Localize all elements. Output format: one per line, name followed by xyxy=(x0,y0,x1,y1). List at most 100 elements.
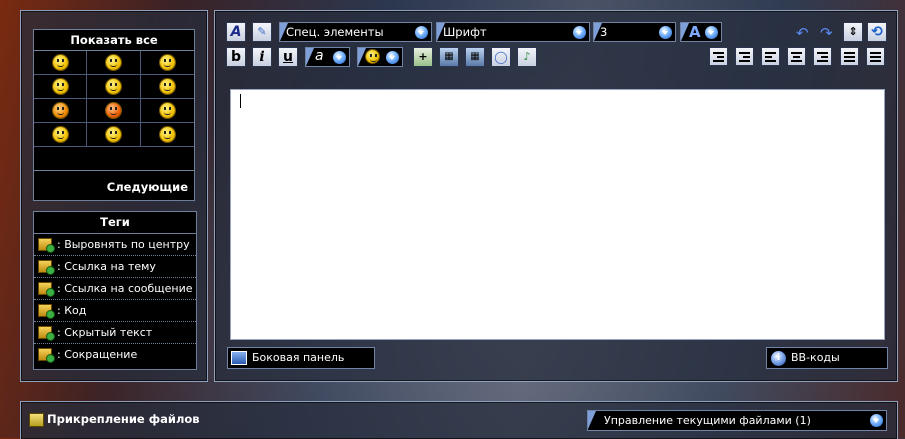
italic-button[interactable]: i xyxy=(252,47,272,67)
ordered-list-button[interactable] xyxy=(840,47,859,66)
tag-item-label: : Код xyxy=(57,304,87,317)
select-corner xyxy=(681,23,689,41)
tag-add-icon xyxy=(38,326,55,341)
cool-icon[interactable] xyxy=(159,79,175,94)
tag-item-label: : Скрытый текст xyxy=(57,326,153,339)
redo-icon[interactable]: ↷ xyxy=(820,24,833,42)
undo-icon[interactable]: ↶ xyxy=(796,24,809,42)
smiley-cell[interactable] xyxy=(140,51,194,75)
remove-format-button[interactable]: ✎ xyxy=(252,22,272,42)
show-all-smilies-link[interactable]: Показать все xyxy=(34,30,194,51)
chevron-down-icon xyxy=(705,26,718,39)
font-size-select[interactable]: 3 xyxy=(593,22,676,42)
select-corner xyxy=(358,48,366,66)
left-sidebar-panel: Показать все Следующие Теги : Выровнять … xyxy=(20,10,208,382)
tag-item-center[interactable]: : Выровнять по центру xyxy=(34,234,196,256)
exclaim-icon[interactable] xyxy=(105,103,121,118)
smiley-icon xyxy=(366,50,379,63)
font-effects-icon: a xyxy=(315,48,324,64)
angry-icon[interactable] xyxy=(105,127,121,142)
outdent-button[interactable] xyxy=(709,47,728,66)
unordered-list-button[interactable] xyxy=(866,47,885,66)
smiley-cell[interactable] xyxy=(87,123,141,147)
special-elements-value: Спец. элементы xyxy=(286,25,384,39)
tags-title: Теги xyxy=(34,212,196,234)
insert-image-link-button[interactable]: ▦ xyxy=(465,47,485,67)
insert-media-button[interactable]: ♪ xyxy=(517,47,537,67)
smilies-box: Показать все Следующие xyxy=(33,29,195,201)
indent-button[interactable] xyxy=(735,47,754,66)
font-color-button[interactable]: A xyxy=(226,22,246,42)
insert-link-button[interactable]: + xyxy=(413,47,433,67)
chevron-down-icon xyxy=(415,26,428,39)
tags-box: Теги : Выровнять по центру : Ссылка на т… xyxy=(33,211,197,370)
tag-item-code[interactable]: : Код xyxy=(34,300,196,322)
manage-files-select[interactable]: Управление текущими файлами (1) xyxy=(587,410,887,431)
align-center-button[interactable] xyxy=(787,47,806,66)
smile-icon[interactable] xyxy=(52,55,68,70)
tag-item-label: : Ссылка на сообщение xyxy=(57,282,193,295)
chevron-down-icon xyxy=(386,51,399,64)
tag-add-icon xyxy=(38,260,55,275)
sidebar-panel-icon xyxy=(231,351,247,365)
smiley-cell[interactable] xyxy=(87,99,141,123)
select-corner xyxy=(588,411,596,429)
tag-item-abbr[interactable]: : Сокращение xyxy=(34,344,196,365)
special-elements-select[interactable]: Спец. элементы xyxy=(279,22,432,42)
info-icon: i xyxy=(771,351,786,366)
underline-button[interactable]: u xyxy=(278,47,298,67)
question-icon[interactable] xyxy=(159,103,175,118)
text-color-select[interactable]: A xyxy=(680,22,722,42)
tag-add-icon xyxy=(38,304,55,319)
bold-button[interactable]: b xyxy=(226,47,246,67)
font-size-value: 3 xyxy=(600,25,608,39)
smiley-cell[interactable] xyxy=(140,123,194,147)
font-select[interactable]: Шрифт xyxy=(436,22,590,42)
neutral-icon[interactable] xyxy=(52,79,68,94)
align-left-button[interactable] xyxy=(761,47,780,66)
next-smilies-link[interactable]: Следующие xyxy=(107,180,188,194)
wink-icon[interactable] xyxy=(159,55,175,70)
attachments-title: Прикрепление файлов xyxy=(47,412,200,426)
sidebar-toggle-label: Боковая панель xyxy=(252,351,345,364)
font-effects-select[interactable]: a xyxy=(305,47,350,67)
tag-add-icon xyxy=(38,282,55,297)
bbcodes-label: BB-коды xyxy=(791,351,840,364)
chevron-down-icon xyxy=(333,51,346,64)
smiley-cell[interactable] xyxy=(87,51,141,75)
tag-item-label: : Ссылка на тему xyxy=(57,260,156,273)
resize-editor-button[interactable]: ⇕ xyxy=(843,22,863,42)
laugh-icon[interactable] xyxy=(52,127,68,142)
smiley-cell[interactable] xyxy=(34,75,88,99)
tag-item-topic-link[interactable]: : Ссылка на тему xyxy=(34,256,196,278)
surprised-icon[interactable] xyxy=(52,103,68,118)
manage-files-value: Управление текущими файлами (1) xyxy=(604,414,811,427)
text-color-icon: A xyxy=(689,23,701,41)
sidebar-toggle-button[interactable]: Боковая панель xyxy=(227,347,375,369)
attachment-icon xyxy=(29,413,44,427)
text-caret xyxy=(240,94,241,108)
happy-icon[interactable] xyxy=(159,127,175,142)
insert-image-button[interactable]: ▦ xyxy=(439,47,459,67)
bbcodes-button[interactable]: i BB-коды xyxy=(766,347,888,369)
smiley-cell[interactable] xyxy=(140,99,194,123)
grin-icon[interactable] xyxy=(105,55,121,70)
switch-mode-button[interactable]: ⟲ xyxy=(867,22,887,42)
smiley-cell[interactable] xyxy=(87,75,141,99)
smiley-cell[interactable] xyxy=(34,99,88,123)
confused-icon[interactable] xyxy=(105,79,121,94)
smilies-grid xyxy=(34,51,194,147)
smiley-cell[interactable] xyxy=(34,123,88,147)
smilies-select[interactable] xyxy=(357,47,403,67)
insert-quote-button[interactable]: ◯ xyxy=(491,47,511,67)
message-textarea[interactable] xyxy=(230,89,885,340)
tag-item-label: : Сокращение xyxy=(57,348,138,361)
chevron-down-icon xyxy=(870,414,883,427)
tag-item-label: : Выровнять по центру xyxy=(57,238,190,251)
smiley-cell[interactable] xyxy=(140,75,194,99)
tag-item-hidden[interactable]: : Скрытый текст xyxy=(34,322,196,344)
font-value: Шрифт xyxy=(443,25,487,39)
smiley-cell[interactable] xyxy=(34,51,88,75)
tag-item-post-link[interactable]: : Ссылка на сообщение xyxy=(34,278,196,300)
align-right-button[interactable] xyxy=(813,47,832,66)
